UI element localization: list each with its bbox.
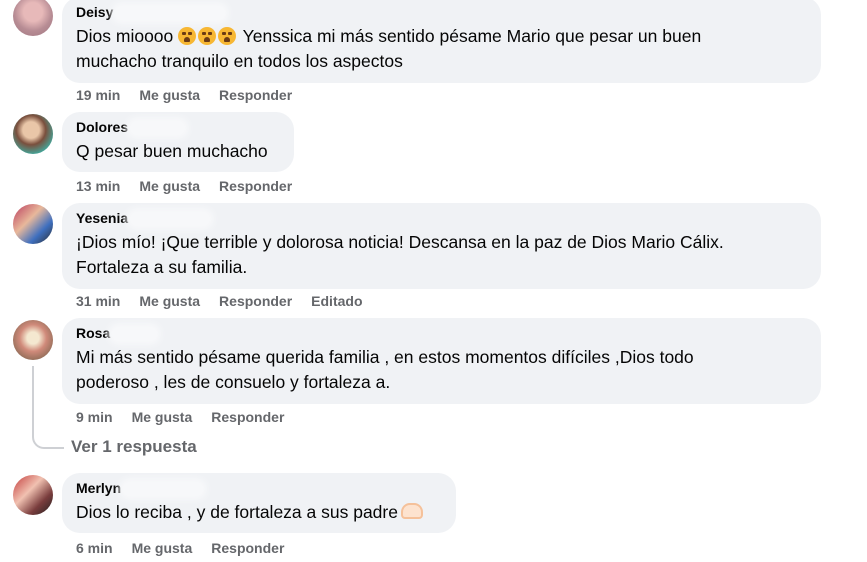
comment-bubble: Merlyn Dios lo reciba , y de fortaleza a…: [62, 473, 456, 533]
redacted-name: [112, 326, 158, 341]
comment-timestamp[interactable]: 19 min: [76, 87, 120, 104]
comment-text: Q pesar buen muchacho: [76, 141, 268, 161]
reply-button[interactable]: Responder: [219, 178, 292, 195]
redacted-name: [130, 211, 211, 226]
avatar[interactable]: [13, 114, 53, 154]
reply-thread-line: [32, 366, 64, 449]
comment-timestamp[interactable]: 6 min: [76, 540, 113, 557]
reply-button[interactable]: Responder: [219, 87, 292, 104]
comment-text: Dios lo reciba , y de fortaleza a sus pa…: [76, 500, 442, 525]
comment-actions: 9 min Me gusta Responder: [76, 409, 303, 426]
comment-bubble: Dolores Q pesar buen muchacho: [62, 112, 294, 172]
comment-timestamp[interactable]: 31 min: [76, 293, 120, 310]
reply-button[interactable]: Responder: [211, 540, 284, 557]
comment-actions: 19 min Me gusta Responder: [76, 87, 311, 104]
comment-author[interactable]: Deisy: [76, 4, 113, 21]
comment-bubble: Yesenia ¡Dios mío! ¡Que terrible y dolor…: [62, 203, 821, 289]
avatar[interactable]: [13, 475, 53, 515]
like-button[interactable]: Me gusta: [132, 409, 193, 426]
crying-face-emoji-icon: [218, 27, 237, 45]
view-replies-link[interactable]: Ver 1 respuesta: [71, 437, 197, 457]
comment-author[interactable]: Dolores: [76, 119, 128, 136]
comment-bubble: Rosa Mi más sentido pésame querida famil…: [62, 318, 821, 404]
like-button[interactable]: Me gusta: [132, 540, 193, 557]
comment-timestamp[interactable]: 13 min: [76, 178, 120, 195]
comment-actions: 31 min Me gusta Responder Editado: [76, 293, 382, 310]
avatar[interactable]: [13, 320, 53, 360]
like-button[interactable]: Me gusta: [139, 87, 200, 104]
comment-actions: 13 min Me gusta Responder: [76, 178, 311, 195]
redacted-name: [115, 5, 226, 20]
comment-author[interactable]: Yesenia: [76, 210, 128, 227]
avatar[interactable]: [13, 0, 53, 36]
comment-bubble: Deisy Dios mioooo Yenssica mi más sentid…: [62, 0, 821, 83]
crying-face-emoji-icon: [178, 27, 197, 45]
comment-author[interactable]: Merlyn: [76, 480, 121, 497]
reply-button[interactable]: Responder: [211, 409, 284, 426]
avatar[interactable]: [13, 204, 53, 244]
comment-timestamp[interactable]: 9 min: [76, 409, 113, 426]
comment-text: Mi más sentido pésame querida familia , …: [76, 347, 694, 392]
comment-text: Dios mioooo Yenssica mi más sentido pésa…: [76, 26, 702, 71]
comment-actions: 6 min Me gusta Responder: [76, 540, 303, 557]
comment-text: ¡Dios mío! ¡Que terrible y dolorosa noti…: [76, 232, 724, 277]
redacted-name: [123, 481, 204, 496]
reply-button[interactable]: Responder: [219, 293, 292, 310]
crying-face-emoji-icon: [198, 27, 217, 45]
like-button[interactable]: Me gusta: [139, 178, 200, 195]
like-button[interactable]: Me gusta: [139, 293, 200, 310]
redacted-name: [130, 120, 186, 135]
heart-hands-emoji-icon: [400, 503, 423, 519]
edited-label: Editado: [311, 293, 363, 309]
comment-author[interactable]: Rosa: [76, 325, 110, 342]
